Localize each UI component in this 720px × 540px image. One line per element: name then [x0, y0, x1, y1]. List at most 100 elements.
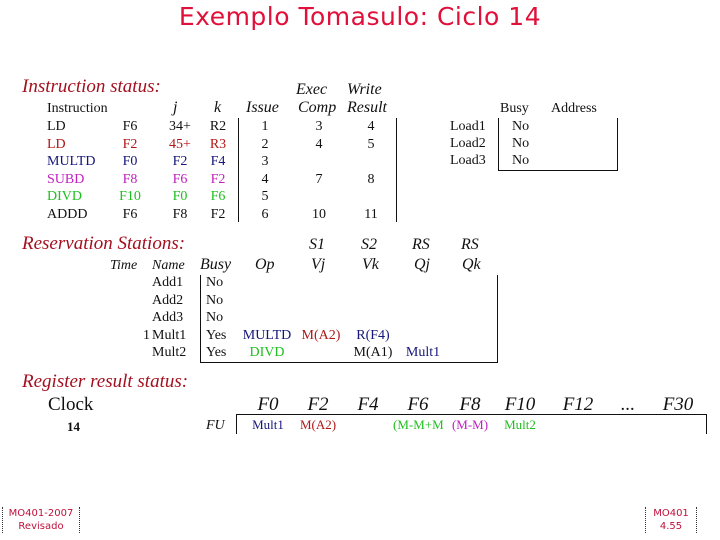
instruction-cell-op: ADDD: [47, 206, 88, 222]
load-buffer-busy: No: [512, 136, 530, 151]
register-header: F10: [504, 394, 536, 415]
issue-header: Issue: [246, 99, 279, 116]
j-header: j: [173, 99, 178, 116]
register-header: F4: [357, 394, 379, 415]
register-result-status-label: Register result status:: [22, 371, 189, 392]
instruction-cell-dest: F6: [122, 119, 138, 134]
qj-header: Qj: [414, 256, 430, 273]
instruction-cell-exec: 3: [315, 119, 323, 134]
load-table-bottom-border: [498, 170, 618, 171]
clock-value: 14: [67, 419, 80, 434]
rs-cell-busy: No: [206, 310, 224, 325]
load-busy-header: Busy: [500, 101, 529, 116]
register-fu-value: Mult1: [252, 417, 284, 432]
load-address-header: Address: [551, 101, 597, 116]
load-table-right-border: [617, 118, 618, 170]
footer-right: MO401 4.55: [645, 507, 697, 533]
instruction-cell-j: 45+: [169, 136, 191, 152]
register-header: F6: [407, 394, 429, 415]
register-table-left-border: [236, 414, 237, 434]
instruction-table-left-border: [238, 118, 239, 222]
clock-label: Clock: [48, 394, 94, 415]
register-header: F12: [562, 394, 594, 415]
rs-cell-qj: Mult1: [405, 345, 441, 360]
time-header: Time: [110, 258, 138, 273]
instruction-cell-j: F6: [172, 171, 188, 187]
s1-header: S1: [309, 236, 325, 253]
instruction-cell-dest: F8: [122, 171, 138, 187]
load-buffer-busy: No: [512, 153, 530, 168]
busy-header: Busy: [200, 256, 232, 273]
vk-header: Vk: [362, 256, 379, 273]
rs-cell-name: Add1: [152, 275, 184, 290]
instruction-cell-j: F2: [172, 154, 188, 169]
rs-cell-vj: M(A2): [301, 327, 341, 343]
instruction-cell-exec: 10: [312, 206, 326, 222]
rs-cell-busy: No: [206, 292, 224, 308]
load-buffer-name: Load3: [450, 153, 486, 168]
rs-cell-vk: M(A1): [353, 345, 393, 360]
exec-header-top: Exec: [296, 81, 328, 98]
register-fu-value: M(A2): [299, 417, 337, 432]
register-fu-value: (M-M+M: [393, 417, 443, 432]
qk-header: Qk: [462, 256, 481, 273]
instruction-cell-write: 8: [367, 171, 375, 187]
instruction-cell-issue: 3: [261, 154, 269, 169]
rs-cell-name: Mult1: [152, 327, 187, 343]
rs-cell-op: MULTD: [242, 327, 292, 343]
rs-cell-vk: R(F4): [356, 327, 390, 343]
rs-cell-busy: No: [206, 275, 224, 290]
rs-cell-name: Mult2: [152, 345, 187, 360]
instruction-cell-k: R2: [209, 119, 227, 134]
register-header: ...: [620, 394, 636, 415]
load-buffer-busy: No: [512, 119, 530, 134]
rs-cell-name: Add3: [152, 310, 184, 325]
rs-cell-time: 1: [143, 327, 150, 343]
write-header-top: Write: [347, 81, 382, 98]
load-buffer-name: Load1: [450, 119, 486, 134]
footer-right-course: MO401: [653, 508, 689, 519]
op-header: Op: [255, 256, 275, 273]
instruction-header: Instruction: [47, 101, 108, 116]
rs-qk-header: RS: [461, 236, 479, 253]
rs-qj-header: RS: [412, 236, 430, 253]
rs-cell-op: DIVD: [249, 345, 285, 360]
instruction-cell-exec: 4: [315, 136, 323, 152]
instruction-cell-dest: F10: [119, 189, 141, 204]
instruction-cell-write: 4: [367, 119, 375, 134]
reservation-stations-label: Reservation Stations:: [22, 233, 186, 254]
register-fu-value: Mult2: [504, 417, 536, 432]
instruction-cell-op: MULTD: [47, 154, 96, 169]
register-header: F2: [307, 394, 329, 415]
load-table-left-border: [498, 118, 499, 170]
register-fu-value: (M-M): [451, 417, 489, 432]
rs-cell-busy: Yes: [206, 327, 227, 343]
instruction-cell-k: R3: [209, 136, 227, 152]
instruction-cell-dest: F2: [122, 136, 138, 152]
rs-table-right-border: [497, 275, 498, 363]
instruction-cell-write: 11: [364, 206, 378, 222]
instruction-cell-issue: 2: [261, 136, 269, 152]
instruction-cell-k: F4: [210, 154, 226, 169]
write-header-bottom: Result: [347, 99, 387, 116]
instruction-cell-k: F6: [210, 189, 226, 204]
s2-header: S2: [361, 236, 377, 253]
instruction-cell-issue: 6: [261, 206, 269, 222]
instruction-cell-j: 34+: [169, 119, 191, 134]
rs-table-bottom-border: [200, 362, 498, 363]
name-header: Name: [152, 258, 185, 273]
instruction-cell-issue: 5: [261, 189, 269, 204]
instruction-cell-op: DIVD: [47, 189, 82, 204]
instruction-cell-dest: F6: [122, 206, 138, 222]
footer-right-slide-number: 4.55: [659, 521, 683, 532]
register-header: F30: [662, 394, 694, 415]
exec-header-bottom: Comp: [298, 99, 337, 116]
instruction-cell-issue: 1: [261, 119, 269, 134]
register-table-right-border: [706, 414, 707, 434]
rs-cell-name: Add2: [152, 292, 184, 308]
instruction-cell-j: F0: [172, 189, 188, 204]
footer-left-note: Revisado: [18, 521, 64, 532]
instruction-cell-k: F2: [210, 206, 226, 222]
instruction-cell-k: F2: [210, 171, 226, 187]
instruction-table-right-border: [396, 118, 397, 222]
